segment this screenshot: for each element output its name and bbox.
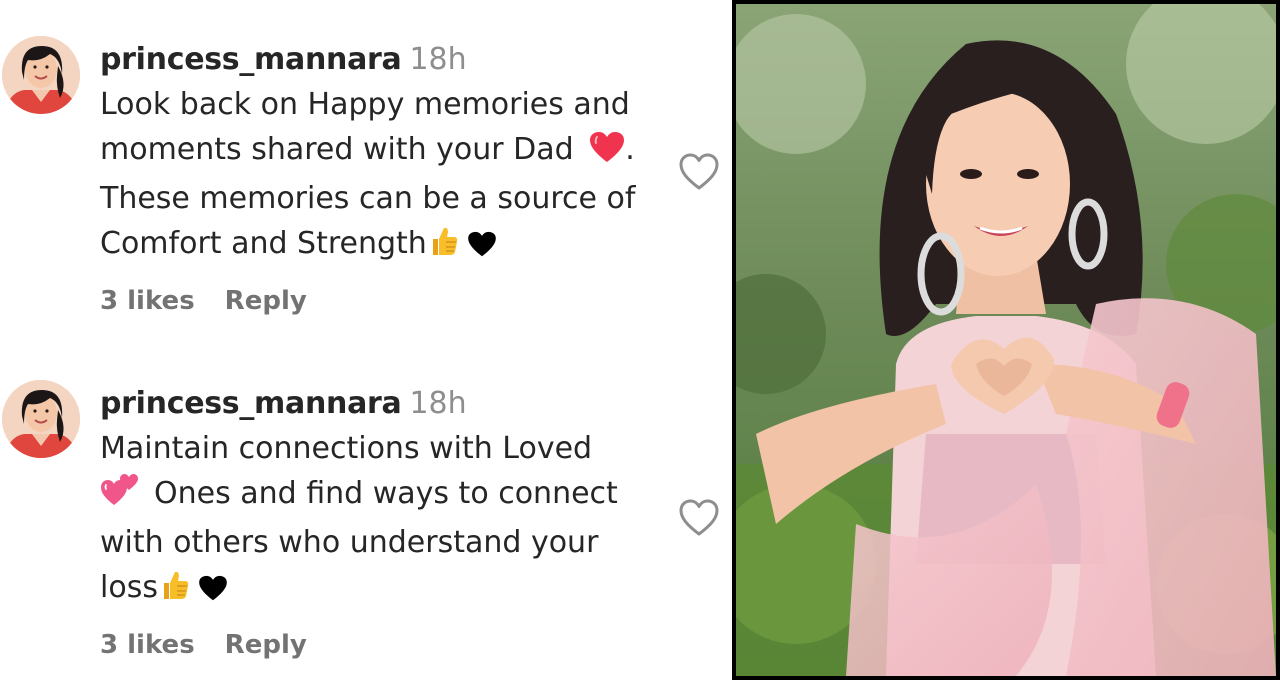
comment-body: princess_mannara 18h Look back on Happy m… [100, 38, 660, 270]
username-link[interactable]: princess_mannara [100, 42, 402, 77]
heart-outline-icon[interactable] [678, 152, 720, 192]
likes-count[interactable]: 3 likes [100, 286, 195, 316]
comment-text: Look back on Happy memories and moments … [100, 82, 660, 270]
comment-line: . [625, 132, 635, 167]
profile-photo [732, 0, 1280, 680]
comment-body: princess_mannara 18h Maintain connections… [100, 382, 660, 614]
comment-actions: 3 likes Reply [100, 630, 307, 660]
comment-actions: 3 likes Reply [100, 286, 307, 316]
black-heart-icon [467, 225, 497, 270]
comment-line: Maintain connections with Loved [100, 431, 593, 466]
comment-header: princess_mannara 18h [100, 382, 660, 426]
comment-timestamp[interactable]: 18h [409, 386, 466, 421]
comment-line-group: Ones and find ways to connect [100, 471, 660, 520]
thumbs-up-icon [429, 225, 459, 270]
comment-line: moments shared with your Dad [100, 132, 574, 167]
comment-text: Maintain connections with Loved Ones and… [100, 426, 660, 614]
comment-header: princess_mannara 18h [100, 38, 660, 82]
avatar[interactable] [2, 36, 80, 114]
comment-timestamp[interactable]: 18h [409, 42, 466, 77]
comment-line: Look back on Happy memories and [100, 87, 630, 122]
comment-line-group: Comfort and Strength [100, 221, 660, 270]
comment-line-group: loss [100, 565, 660, 614]
likes-count[interactable]: 3 likes [100, 630, 195, 660]
comments-panel: princess_mannara 18h Look back on Happy m… [0, 0, 730, 680]
reply-button[interactable]: Reply [225, 630, 307, 660]
avatar[interactable] [2, 380, 80, 458]
two-hearts-icon [100, 473, 140, 520]
comment-line: loss [100, 570, 158, 605]
red-heart-icon [589, 131, 625, 176]
black-heart-icon [198, 569, 228, 614]
comment-item: princess_mannara 18h Look back on Happy m… [0, 0, 730, 340]
comment-line-group: moments shared with your Dad . [100, 127, 660, 176]
comment-line: Comfort and Strength [100, 226, 427, 261]
portrait-image [736, 4, 1276, 676]
username-link[interactable]: princess_mannara [100, 386, 402, 421]
comment-item: princess_mannara 18h Maintain connections… [0, 344, 730, 684]
reply-button[interactable]: Reply [225, 286, 307, 316]
heart-outline-icon[interactable] [678, 498, 720, 538]
comment-line: Ones and find ways to connect [154, 476, 618, 511]
thumbs-up-icon [160, 569, 190, 614]
comment-line: These memories can be a source of [100, 181, 636, 216]
comment-line: with others who understand your [100, 525, 599, 560]
